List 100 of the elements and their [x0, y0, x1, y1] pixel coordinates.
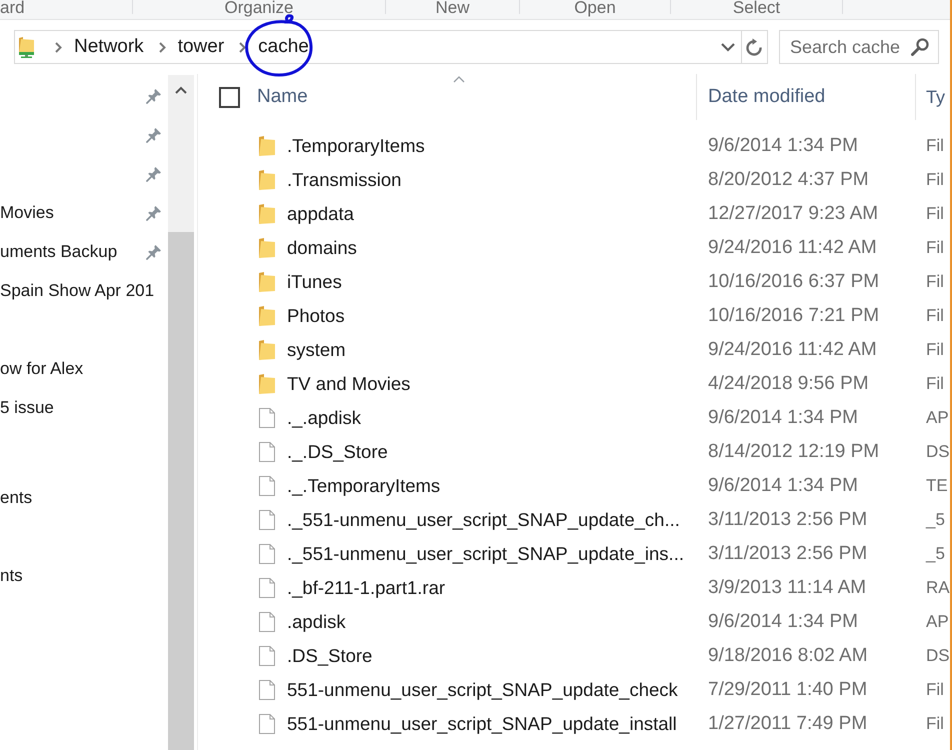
date-modified: 9/24/2016 11:42 AM — [708, 237, 877, 258]
file-name[interactable]: ._.DS_Store — [287, 441, 388, 463]
dropdown-icon[interactable] — [721, 42, 735, 52]
date-modified: 10/16/2016 7:21 PM — [708, 305, 880, 326]
file-icon — [258, 407, 276, 429]
file-name[interactable]: system — [287, 339, 346, 361]
file-type: Fil — [926, 238, 944, 257]
file-type: Fil — [926, 340, 944, 359]
ribbon-group-label: Open — [574, 0, 616, 15]
file-name[interactable]: .TemporaryItems — [287, 135, 425, 157]
folder-icon — [258, 305, 276, 327]
scrollbar-thumb[interactable] — [168, 232, 194, 750]
file-type: Fil — [926, 204, 944, 223]
ribbon-group-label: Organize — [224, 0, 294, 15]
date-modified: 12/27/2017 9:23 AM — [708, 203, 878, 224]
file-name[interactable]: TV and Movies — [287, 373, 410, 395]
file-type: Fil — [926, 170, 944, 189]
file-type: DS — [926, 442, 950, 461]
date-modified: 9/6/2014 1:34 PM — [708, 135, 858, 156]
folder-icon — [258, 203, 276, 225]
refresh-icon — [746, 38, 763, 56]
date-modified: 9/18/2016 8:02 AM — [708, 645, 868, 666]
file-icon — [258, 577, 276, 599]
search-icon[interactable] — [911, 38, 929, 56]
file-name[interactable]: ._551-unmenu_user_script_SNAP_update_ins... — [287, 543, 684, 565]
date-modified: 3/11/2013 2:56 PM — [708, 543, 868, 564]
file-icon — [258, 475, 276, 497]
scroll-up-button[interactable] — [168, 75, 194, 105]
file-type: AP — [926, 408, 949, 427]
address-bar[interactable]: Network tower cache — [14, 30, 768, 64]
file-name[interactable]: ._bf-211-1.part1.rar — [287, 577, 446, 599]
date-modified: 1/27/2011 7:49 PM — [708, 713, 868, 734]
file-name[interactable]: 551-unmenu_user_script_SNAP_update_install — [287, 713, 677, 735]
network-folder-icon — [18, 36, 35, 58]
file-icon — [258, 713, 276, 735]
column-header[interactable]: Date modified — [697, 74, 916, 120]
nav-item[interactable]: Spain Show Apr 201 — [0, 280, 154, 300]
file-name[interactable]: ._.TemporaryItems — [287, 475, 440, 497]
ribbon-group-label: Select — [732, 0, 780, 15]
file-name[interactable]: ._.apdisk — [287, 407, 362, 429]
ribbon-group-label: New — [435, 0, 470, 15]
date-modified: 9/6/2014 1:34 PM — [708, 407, 858, 428]
file-type: RA — [926, 578, 950, 597]
file-name[interactable]: .DS_Store — [287, 645, 372, 667]
nav-item[interactable]: nts — [0, 566, 23, 586]
date-modified: 9/6/2014 1:34 PM — [708, 475, 858, 496]
date-modified: 3/9/2013 11:14 AM — [708, 577, 866, 598]
folder-icon — [258, 135, 276, 157]
file-type: Fil — [926, 136, 944, 155]
file-icon — [258, 441, 276, 463]
date-modified: 8/14/2012 12:19 PM — [708, 441, 880, 462]
nav-item[interactable]: uments Backup — [0, 242, 118, 262]
column-header[interactable]: Name — [249, 74, 697, 120]
select-all-checkbox[interactable] — [219, 86, 240, 108]
breadcrumb[interactable]: Network — [74, 36, 144, 58]
breadcrumb[interactable]: tower — [178, 36, 224, 58]
date-modified: 9/6/2014 1:34 PM — [708, 611, 858, 632]
file-type: Fil — [926, 714, 944, 733]
date-modified: 3/11/2013 2:56 PM — [708, 509, 868, 530]
folder-icon — [258, 271, 276, 293]
file-type: _5 — [926, 544, 945, 563]
nav-item[interactable]: ents — [0, 488, 32, 508]
folder-icon — [258, 169, 276, 191]
date-modified: 10/16/2016 6:37 PM — [708, 271, 880, 292]
caret-up-icon — [175, 86, 187, 94]
breadcrumb[interactable]: cache — [258, 36, 309, 58]
file-icon — [258, 679, 276, 701]
file-type: _5 — [926, 510, 945, 529]
nav-item[interactable]: ow for Alex — [0, 358, 84, 378]
file-name[interactable]: 551-unmenu_user_script_SNAP_update_check — [287, 679, 678, 701]
file-icon — [258, 509, 276, 531]
file-name[interactable]: appdata — [287, 203, 354, 225]
file-type: Fil — [926, 306, 944, 325]
file-name[interactable]: Photos — [287, 305, 345, 327]
file-type: Fil — [926, 680, 944, 699]
nav-item[interactable]: Movies — [0, 202, 54, 222]
file-name[interactable]: .apdisk — [287, 611, 346, 633]
search-field[interactable]: Search cache — [779, 30, 939, 64]
folder-icon — [258, 339, 276, 361]
chevron-icon[interactable] — [158, 42, 166, 52]
date-modified: 4/24/2018 9:56 PM — [708, 373, 869, 394]
nav-item[interactable]: 5 issue — [0, 398, 54, 418]
file-name[interactable]: .Transmission — [287, 169, 402, 191]
column-header[interactable]: Ty — [916, 74, 950, 120]
file-type: AP — [926, 612, 949, 631]
file-name[interactable]: ._551-unmenu_user_script_SNAP_update_ch... — [287, 509, 680, 531]
file-type: TE — [926, 476, 948, 495]
file-name[interactable]: iTunes — [287, 271, 342, 293]
file-icon — [258, 611, 276, 633]
file-icon — [258, 543, 276, 565]
date-modified: 9/24/2016 11:42 AM — [708, 339, 877, 360]
folder-icon — [258, 373, 276, 395]
file-icon — [258, 645, 276, 667]
file-name[interactable]: domains — [287, 237, 357, 259]
chevron-icon[interactable] — [55, 42, 62, 52]
file-type: Fil — [926, 272, 944, 291]
chevron-icon[interactable] — [239, 42, 246, 52]
file-type: Fil — [926, 374, 944, 393]
date-modified: 7/29/2011 1:40 PM — [708, 679, 868, 700]
ribbon-group-label: ard — [0, 0, 25, 15]
